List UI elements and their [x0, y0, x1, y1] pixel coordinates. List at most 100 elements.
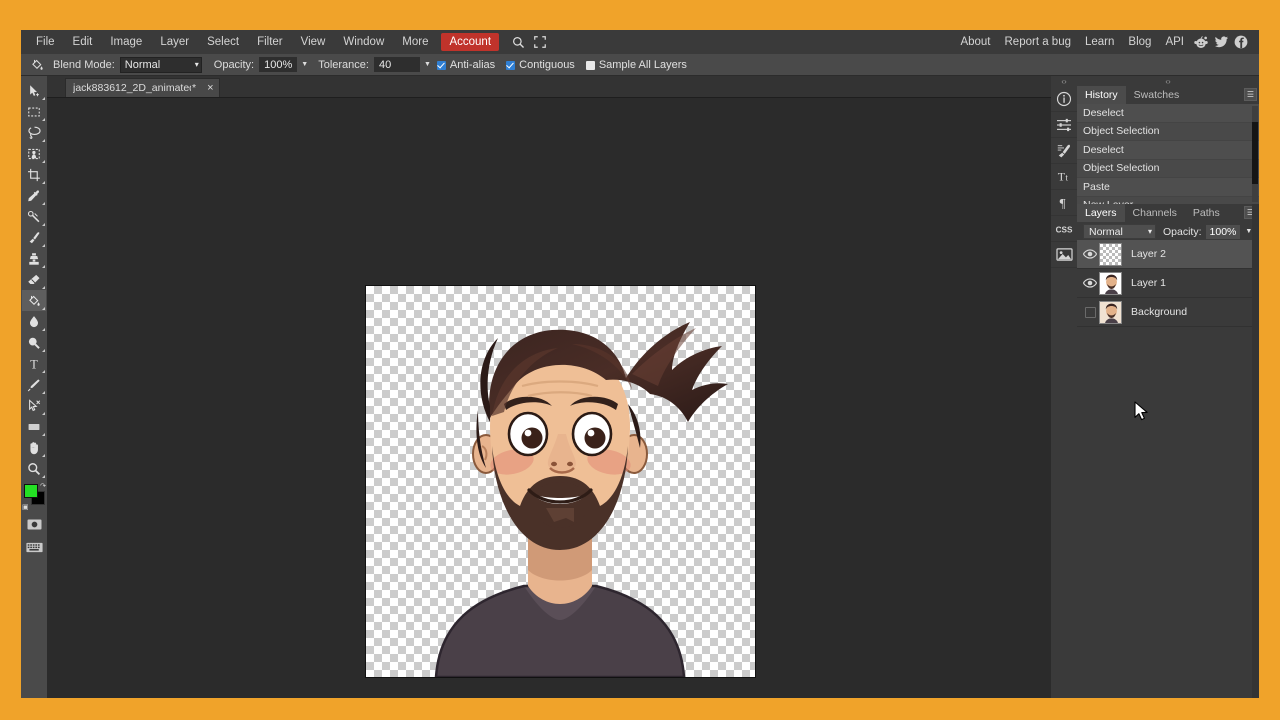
tab-paths[interactable]: Paths: [1185, 204, 1228, 222]
history-panel-tabs: History Swatches ☰: [1077, 86, 1259, 104]
blend-mode-select[interactable]: Normal ▾: [119, 56, 202, 73]
menu-report-a-bug[interactable]: Report a bug: [998, 32, 1079, 52]
screenshot-tool[interactable]: [22, 514, 46, 535]
contiguous-checkbox[interactable]: Contiguous: [506, 59, 575, 71]
reddit-icon[interactable]: [1191, 30, 1211, 54]
eyedropper-tool[interactable]: [22, 185, 46, 206]
tolerance-input[interactable]: 40: [373, 57, 420, 72]
swap-colors-icon[interactable]: ↷: [40, 482, 46, 490]
menu-edit[interactable]: Edit: [64, 32, 102, 52]
layer-visibility-toggle[interactable]: [1081, 249, 1099, 259]
menu-select[interactable]: Select: [198, 32, 248, 52]
menu-api[interactable]: API: [1158, 32, 1191, 52]
layer-row[interactable]: Layer 2: [1077, 240, 1259, 269]
crop-tool[interactable]: [22, 164, 46, 185]
character-panel-button[interactable]: Tt: [1051, 164, 1077, 190]
twitter-icon[interactable]: [1211, 30, 1231, 54]
history-item[interactable]: New Layer: [1077, 196, 1259, 204]
history-item[interactable]: Deselect: [1077, 104, 1259, 123]
history-item[interactable]: Paste: [1077, 178, 1259, 197]
healing-brush-tool[interactable]: [22, 206, 46, 227]
menu-more[interactable]: More: [393, 32, 437, 52]
default-colors-icon[interactable]: ▣: [22, 503, 29, 511]
object-selection-tool[interactable]: [22, 143, 46, 164]
history-scrollbar-thumb[interactable]: [1252, 122, 1258, 184]
menu-view[interactable]: View: [292, 32, 335, 52]
rail-grip-handle[interactable]: ‹›: [1051, 76, 1077, 86]
panel-menu-icon[interactable]: ☰: [1244, 88, 1257, 101]
paint-bucket-tool[interactable]: [22, 290, 46, 311]
dock-scrollbar[interactable]: [1252, 204, 1259, 698]
menu-layer[interactable]: Layer: [151, 32, 198, 52]
paragraph-panel-button[interactable]: ¶: [1051, 190, 1077, 216]
layer-thumbnail[interactable]: [1099, 271, 1122, 295]
layer-row[interactable]: Background: [1077, 298, 1259, 327]
lasso-tool[interactable]: [22, 122, 46, 143]
tolerance-label: Tolerance:: [318, 58, 369, 71]
layer-visibility-toggle[interactable]: [1081, 306, 1099, 318]
clone-stamp-tool[interactable]: [22, 248, 46, 269]
pen-tool[interactable]: [22, 374, 46, 395]
tab-swatches[interactable]: Swatches: [1126, 86, 1188, 104]
facebook-icon[interactable]: [1231, 30, 1251, 54]
tab-history[interactable]: History: [1077, 86, 1126, 104]
brush-settings-panel-button[interactable]: [1051, 138, 1077, 164]
menu-window[interactable]: Window: [334, 32, 393, 52]
account-button[interactable]: Account: [441, 33, 500, 51]
tool-options-bar: Blend Mode: Normal ▾ Opacity: 100% ▼ Tol…: [21, 54, 1259, 76]
path-selection-tool[interactable]: [22, 395, 46, 416]
paintbrush-tool[interactable]: [22, 227, 46, 248]
rectangular-marquee-tool[interactable]: [22, 101, 46, 122]
dock-grip-handle[interactable]: ‹›: [1077, 76, 1259, 86]
layer-blend-mode-value: Normal: [1089, 225, 1123, 238]
opacity-dropdown-icon[interactable]: ▼: [301, 61, 308, 68]
document-tab[interactable]: jack883612_2D_animated_vers * ×: [65, 78, 220, 97]
shape-tool[interactable]: [22, 416, 46, 437]
type-tool[interactable]: T: [22, 353, 46, 374]
menu-about[interactable]: About: [953, 32, 997, 52]
history-item[interactable]: Deselect: [1077, 141, 1259, 160]
eraser-tool[interactable]: [22, 269, 46, 290]
antialias-checkbox[interactable]: Anti-alias: [436, 59, 495, 71]
layers-panel: Layers Channels Paths ☰ Normal ▾ Opacity…: [1077, 204, 1259, 698]
history-item[interactable]: Object Selection: [1077, 122, 1259, 141]
history-list[interactable]: Deselect Object Selection Deselect Objec…: [1077, 104, 1259, 204]
blur-tool[interactable]: [22, 311, 46, 332]
menu-image[interactable]: Image: [101, 32, 151, 52]
tab-channels[interactable]: Channels: [1125, 204, 1185, 222]
canvas-viewport[interactable]: [47, 98, 1051, 698]
menu-learn[interactable]: Learn: [1078, 32, 1121, 52]
color-swatches[interactable]: ↷ ▣: [22, 482, 46, 511]
menu-filter[interactable]: Filter: [248, 32, 292, 52]
search-icon[interactable]: [507, 36, 529, 49]
layer-thumbnail[interactable]: [1099, 242, 1122, 266]
layer-opacity-value[interactable]: 100%: [1205, 224, 1241, 239]
layer-thumbnail[interactable]: [1099, 300, 1122, 324]
history-scrollbar[interactable]: [1252, 106, 1258, 202]
image-panel-button[interactable]: [1051, 242, 1077, 268]
hand-tool[interactable]: [22, 437, 46, 458]
opacity-input[interactable]: 100%: [259, 57, 298, 72]
sample-all-layers-checkbox[interactable]: Sample All Layers: [585, 59, 687, 71]
close-icon[interactable]: ×: [207, 82, 213, 94]
css-panel-button[interactable]: CSS: [1051, 216, 1077, 242]
document-canvas[interactable]: [366, 286, 755, 677]
layer-row[interactable]: Layer 1: [1077, 269, 1259, 298]
foreground-color-swatch[interactable]: [24, 484, 38, 498]
adjustments-panel-button[interactable]: [1051, 112, 1077, 138]
document-modified-marker: *: [192, 82, 197, 94]
menu-file[interactable]: File: [27, 32, 64, 52]
fullscreen-icon[interactable]: [529, 36, 551, 48]
menu-blog[interactable]: Blog: [1121, 32, 1158, 52]
paint-bucket-icon[interactable]: [27, 58, 47, 72]
layer-blend-mode-select[interactable]: Normal ▾: [1083, 224, 1156, 239]
move-tool[interactable]: [22, 80, 46, 101]
tab-layers[interactable]: Layers: [1077, 204, 1125, 222]
dodge-tool[interactable]: [22, 332, 46, 353]
history-item[interactable]: Object Selection: [1077, 159, 1259, 178]
info-panel-button[interactable]: [1051, 86, 1077, 112]
zoom-tool[interactable]: [22, 458, 46, 479]
keyboard-shortcuts-tool[interactable]: [22, 537, 46, 558]
tolerance-dropdown-icon[interactable]: ▼: [424, 61, 431, 68]
layer-visibility-toggle[interactable]: [1081, 278, 1099, 288]
